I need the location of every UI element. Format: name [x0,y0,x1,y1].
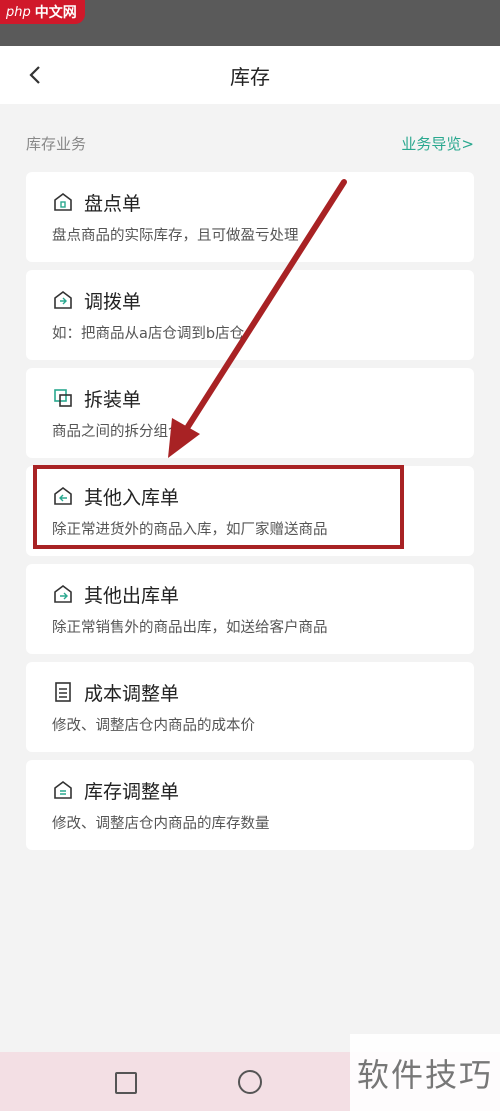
watermark-bottom: 软件技巧 [350,1034,500,1111]
card-title: 成本调整单 [84,682,180,705]
stock-adjust-icon [52,779,74,801]
inventory-doc-list: 盘点单 盘点商品的实际库存，且可做盈亏处理 调拨单 如：把商品从a店仓调到b店仓 [26,172,474,858]
card-title: 拆装单 [84,388,142,411]
card-stocktake[interactable]: 盘点单 盘点商品的实际库存，且可做盈亏处理 [26,172,474,262]
card-description: 盘点商品的实际库存，且可做盈亏处理 [52,228,299,244]
watermark-php-text: php [6,4,31,20]
section-header: 库存业务 业务导览> [26,128,474,158]
outbound-icon [52,583,74,605]
card-title: 盘点单 [84,192,142,215]
section-title: 库存业务 [26,134,87,153]
card-title: 调拨单 [84,290,142,313]
back-button[interactable] [18,58,52,92]
card-title: 其他入库单 [84,486,180,509]
watermark-cn-text: 中文网 [34,5,77,21]
transfer-icon [52,289,74,311]
split-combine-icon [52,387,74,409]
card-title: 库存调整单 [84,780,180,803]
card-transfer[interactable]: 调拨单 如：把商品从a店仓调到b店仓 [26,270,474,360]
inbound-icon [52,485,74,507]
card-other-inbound[interactable]: 其他入库单 除正常进货外的商品入库，如厂家赠送商品 [26,466,474,556]
watermark-bottom-text: 软件技巧 [356,1055,493,1094]
card-description: 修改、调整店仓内商品的成本价 [52,718,255,734]
home-button[interactable] [238,1070,262,1094]
page-title: 库存 [230,64,270,89]
top-app-bar: 库存 [0,46,500,104]
card-stock-adjust[interactable]: 库存调整单 修改、调整店仓内商品的库存数量 [26,760,474,850]
card-other-outbound[interactable]: 其他出库单 除正常销售外的商品出库，如送给客户商品 [26,564,474,654]
chevron-left-icon [29,66,40,84]
business-guide-link[interactable]: 业务导览> [401,133,474,154]
card-description: 除正常进货外的商品入库，如厂家赠送商品 [52,522,328,538]
document-icon [52,681,74,703]
watermark-logo: php 中文网 [0,0,85,24]
card-description: 修改、调整店仓内商品的库存数量 [52,816,270,832]
card-title: 其他出库单 [84,584,180,607]
card-description: 如：把商品从a店仓调到b店仓 [52,326,245,342]
stocktake-icon [52,191,74,213]
recent-apps-button[interactable] [115,1072,137,1094]
card-description: 除正常销售外的商品出库，如送给客户商品 [52,620,328,636]
card-split-combine[interactable]: 拆装单 商品之间的拆分组合 [26,368,474,458]
card-cost-adjust[interactable]: 成本调整单 修改、调整店仓内商品的成本价 [26,662,474,752]
card-description: 商品之间的拆分组合 [52,424,183,440]
